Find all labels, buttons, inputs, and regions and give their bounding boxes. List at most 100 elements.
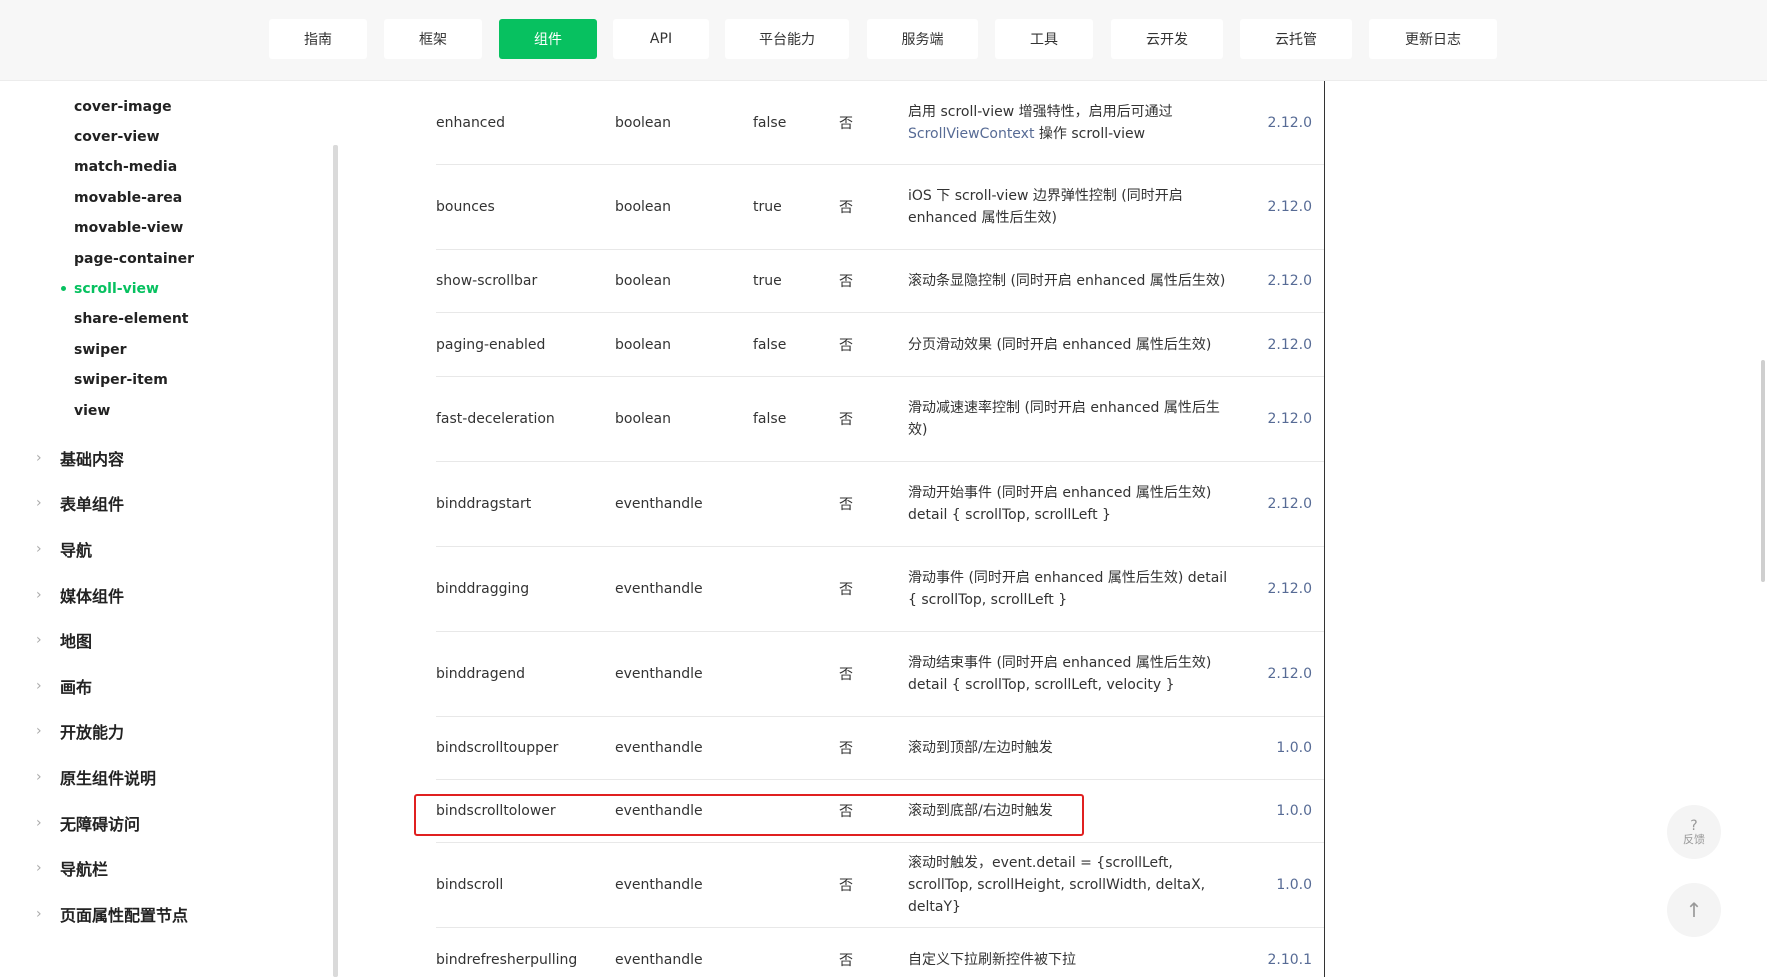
property-required: 否 — [839, 741, 853, 757]
description-text: 启用 scroll-view 增强特性，启用后可通过 — [908, 103, 1173, 120]
scrollviewcontext-link[interactable]: ScrollViewContext — [908, 126, 1034, 142]
sidebar-category-label: 导航栏 — [60, 860, 109, 879]
sidebar-category-label: 开放能力 — [60, 723, 125, 742]
chevron-right-icon: › — [36, 450, 42, 466]
chevron-right-icon: › — [36, 906, 42, 922]
sidebar-category-navigation-bar[interactable]: › 导航栏 — [36, 857, 108, 879]
sidebar-item-share-element[interactable]: share-element — [74, 310, 189, 328]
tab-api[interactable]: API — [613, 19, 709, 59]
property-type: boolean — [615, 114, 671, 131]
chevron-right-icon: › — [36, 495, 42, 511]
property-version: 1.0.0 — [1276, 877, 1312, 893]
table-row: binddragging eventhandle 否 滑动事件 (同时开启 en… — [436, 547, 1325, 632]
property-description: 滑动减速速率控制 (同时开启 enhanced 属性后生效) — [908, 400, 1220, 438]
sidebar-item-movable-view[interactable]: movable-view — [74, 219, 183, 237]
property-required: 否 — [839, 337, 853, 354]
property-name: bindscroll — [436, 877, 504, 893]
property-description: 滑动事件 (同时开启 enhanced 属性后生效) detail { scro… — [908, 570, 1228, 608]
property-type: boolean — [615, 199, 671, 215]
property-description: 滑动开始事件 (同时开启 enhanced 属性后生效) detail { sc… — [908, 485, 1212, 523]
page-scrollbar[interactable] — [1761, 360, 1765, 582]
sidebar-category-native-components[interactable]: › 原生组件说明 — [36, 766, 156, 788]
property-version: 2.12.0 — [1267, 199, 1312, 215]
sidebar-item-cover-image[interactable]: cover-image — [74, 98, 172, 116]
tab-platform-capabilities[interactable]: 平台能力 — [725, 19, 849, 59]
sidebar-category-open-capabilities[interactable]: › 开放能力 — [36, 720, 124, 742]
sidebar-category-basic-content[interactable]: › 基础内容 — [36, 447, 124, 469]
sidebar-item-swiper-item[interactable]: swiper-item — [74, 371, 168, 389]
property-required: 否 — [839, 878, 853, 894]
sidebar-item-scroll-view[interactable]: scroll-view — [74, 280, 159, 298]
property-name: show-scrollbar — [436, 273, 538, 289]
property-description: 滚动时触发，event.detail = {scrollLeft, scroll… — [908, 855, 1206, 915]
active-indicator-dot — [61, 286, 66, 291]
sidebar-category-navigation[interactable]: › 导航 — [36, 538, 92, 560]
property-default: false — [753, 336, 787, 353]
property-default — [753, 632, 833, 716]
chevron-right-icon: › — [36, 723, 42, 739]
sidebar-item-cover-view[interactable]: cover-view — [74, 128, 160, 146]
tab-framework[interactable]: 框架 — [384, 19, 482, 59]
sidebar-item-page-container[interactable]: page-container — [74, 250, 194, 268]
chevron-right-icon: › — [36, 541, 42, 557]
sidebar-item-swiper[interactable]: swiper — [74, 341, 127, 359]
property-type: eventhandle — [615, 581, 703, 597]
property-name: binddragging — [436, 581, 530, 597]
property-name: enhanced — [436, 114, 506, 131]
property-type: eventhandle — [615, 496, 703, 512]
sidebar-category-canvas[interactable]: › 画布 — [36, 675, 92, 697]
property-type: boolean — [615, 336, 671, 353]
description-text: 操作 scroll-view — [1034, 125, 1146, 142]
property-default — [753, 928, 833, 977]
property-name: fast-deceleration — [436, 411, 555, 427]
sidebar-item-movable-area[interactable]: movable-area — [74, 189, 182, 207]
tab-server[interactable]: 服务端 — [867, 19, 978, 59]
property-description: 启用 scroll-view 增强特性，启用后可通过 ScrollViewCon… — [908, 81, 1238, 164]
property-type: boolean — [615, 273, 671, 289]
sidebar-category-accessibility[interactable]: › 无障碍访问 — [36, 812, 140, 834]
tab-cloud-development[interactable]: 云开发 — [1111, 19, 1223, 59]
property-default — [753, 462, 833, 546]
sidebar-scrollbar[interactable] — [333, 145, 338, 977]
sidebar-category-form-components[interactable]: › 表单组件 — [36, 492, 124, 514]
property-type: eventhandle — [615, 740, 703, 756]
feedback-button[interactable]: ? 反馈 — [1667, 805, 1721, 859]
tab-guide[interactable]: 指南 — [269, 19, 367, 59]
chevron-right-icon: › — [36, 678, 42, 694]
sidebar-category-page-config-node[interactable]: › 页面属性配置节点 — [36, 903, 188, 925]
property-default: false — [753, 114, 787, 131]
sidebar-category-media-components[interactable]: › 媒体组件 — [36, 584, 124, 606]
property-type: boolean — [615, 411, 671, 427]
sidebar-item-view[interactable]: view — [74, 402, 110, 420]
tab-changelog[interactable]: 更新日志 — [1369, 19, 1497, 59]
property-version: 1.0.0 — [1276, 803, 1312, 819]
chevron-right-icon: › — [36, 587, 42, 603]
property-default: true — [753, 273, 782, 289]
table-row: paging-enabled boolean false 否 分页滑动效果 (同… — [436, 313, 1325, 377]
sidebar-category-label: 地图 — [60, 632, 93, 651]
table-row: fast-deceleration boolean false 否 滑动减速速率… — [436, 377, 1325, 462]
property-version: 2.12.0 — [1267, 496, 1312, 512]
sidebar-category-label: 媒体组件 — [60, 587, 125, 606]
sidebar: cover-image cover-view match-media movab… — [0, 81, 340, 977]
sidebar-category-label: 画布 — [60, 678, 93, 697]
property-default — [753, 717, 833, 779]
sidebar-category-label: 导航 — [60, 541, 93, 560]
tab-components[interactable]: 组件 — [499, 19, 597, 59]
property-type: eventhandle — [615, 951, 703, 968]
sidebar-item-match-media[interactable]: match-media — [74, 158, 177, 176]
chevron-right-icon: › — [36, 632, 42, 648]
sidebar-category-map[interactable]: › 地图 — [36, 629, 92, 651]
chevron-right-icon: › — [36, 815, 42, 831]
property-required: 否 — [839, 412, 853, 428]
feedback-label: 反馈 — [1683, 832, 1705, 846]
top-navigation: 指南 框架 组件 API 平台能力 服务端 工具 云开发 云托管 更新日志 — [0, 0, 1767, 81]
back-to-top-button[interactable]: ↑ — [1667, 883, 1721, 937]
property-name: binddragstart — [436, 496, 532, 512]
property-default — [753, 843, 833, 927]
tab-tools[interactable]: 工具 — [995, 19, 1093, 59]
property-name: bindscrolltoupper — [436, 740, 559, 756]
sidebar-category-label: 表单组件 — [60, 495, 125, 514]
tab-cloud-hosting[interactable]: 云托管 — [1240, 19, 1352, 59]
sidebar-category-label: 页面属性配置节点 — [60, 906, 189, 925]
